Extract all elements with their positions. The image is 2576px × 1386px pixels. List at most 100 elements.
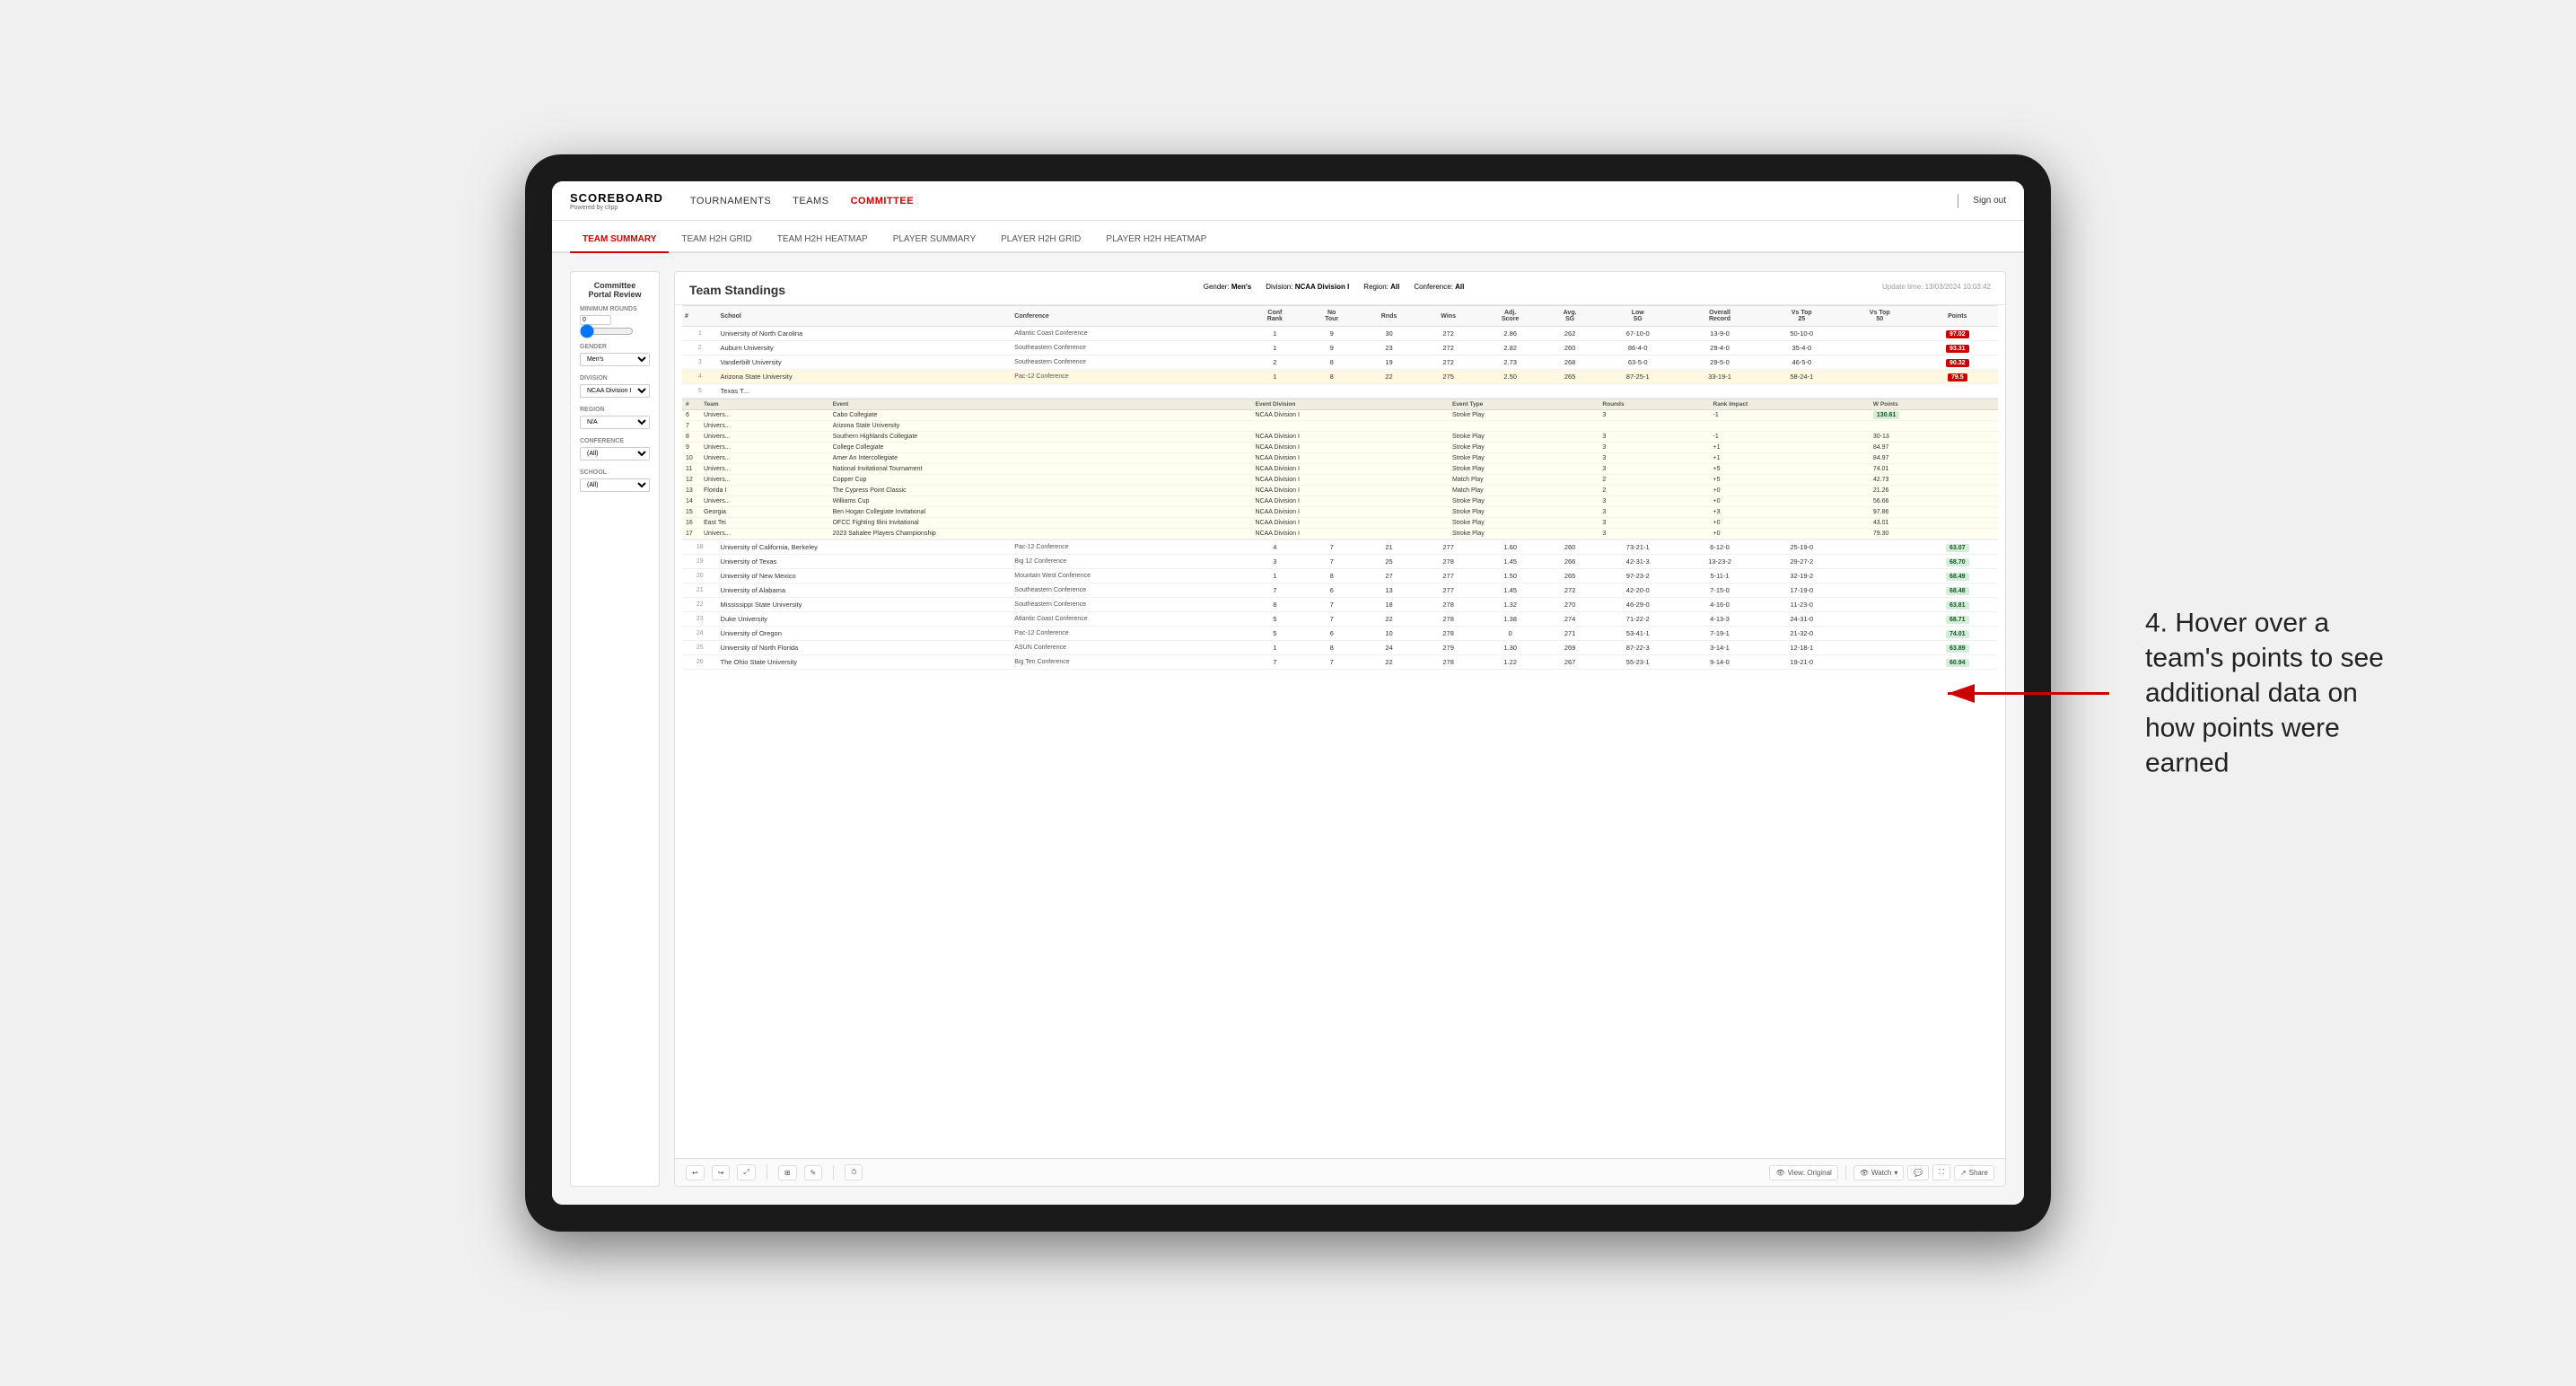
filter-region: Region N/A East West <box>580 407 650 429</box>
inner-table-row[interactable]: 12Univers...Copper CupNCAA Division IMat… <box>682 475 1998 486</box>
inner-table-row[interactable]: 10Univers...Amer An IntercollegiateNCAA … <box>682 453 1998 464</box>
min-rounds-slider[interactable] <box>580 328 634 335</box>
table-row[interactable]: 2 Auburn University Southeastern Confere… <box>682 341 1998 355</box>
table-row[interactable]: 22 Mississippi State University Southeas… <box>682 598 1998 612</box>
main-nav: TOURNAMENTS TEAMS COMMITTEE <box>690 192 1950 210</box>
left-panel: Committee Portal Review Minimum Rounds G… <box>570 271 660 1187</box>
filter-school: School (All) <box>580 469 650 492</box>
standings-table-container[interactable]: # School Conference ConfRank NoTour Rnds… <box>675 305 2005 1158</box>
nav-tournaments[interactable]: TOURNAMENTS <box>690 192 771 210</box>
col-vs25: Vs Top25 <box>1761 306 1843 327</box>
table-row[interactable]: 23 Duke University Atlantic Coast Confer… <box>682 612 1998 627</box>
share-button[interactable]: ↗ Share <box>1954 1165 1994 1180</box>
eye-icon: 👁 <box>1775 1169 1784 1177</box>
logo: SCOREBOARD Powered by clipp <box>570 191 663 211</box>
report-title: Team Standings <box>689 283 785 297</box>
table-row[interactable]: 3 Vanderbilt University Southeastern Con… <box>682 355 1998 370</box>
right-panel: Team Standings Gender: Men's Division: N… <box>674 271 2006 1187</box>
conference-label: Conference: All <box>1414 283 1464 291</box>
table-row[interactable]: 18 University of California, Berkeley Pa… <box>682 540 1998 555</box>
sign-out-button[interactable]: Sign out <box>1973 196 2006 206</box>
sub-nav: TEAM SUMMARY TEAM H2H GRID TEAM H2H HEAT… <box>552 221 2024 253</box>
conference-select[interactable]: (All) ACC SEC <box>580 447 650 461</box>
inner-table-row[interactable]: 7Univers...Arizona State University <box>682 421 1998 432</box>
inner-table-row[interactable]: 16East TeiOFCC Fighting Illini Invitatio… <box>682 518 1998 529</box>
tablet-frame: SCOREBOARD Powered by clipp TOURNAMENTS … <box>525 154 2051 1232</box>
watch-button[interactable]: 👁 Watch ▾ <box>1853 1165 1905 1180</box>
division-label: Division: NCAA Division I <box>1266 283 1349 291</box>
table-header-row: # School Conference ConfRank NoTour Rnds… <box>682 306 1998 327</box>
toolbar-fullscreen-button[interactable]: ⛶ <box>1932 1164 1950 1180</box>
inner-table-row[interactable]: 15GeorgiaBen Hogan Collegiate Invitation… <box>682 507 1998 518</box>
share-icon: ↗ <box>1960 1169 1967 1177</box>
committee-portal-title: Committee <box>580 281 650 290</box>
gender-select[interactable]: Men's Women's <box>580 353 650 366</box>
col-vs50: Vs Top50 <box>1843 306 1917 327</box>
col-rnds: Rnds <box>1359 306 1419 327</box>
nav-teams[interactable]: TEAMS <box>793 192 828 210</box>
region-label: Region: All <box>1363 283 1399 291</box>
table-row[interactable]: 5 Texas T... <box>682 384 1998 399</box>
update-time: Update time: 13/03/2024 10:03:42 <box>1882 283 1991 291</box>
annotation-container: 4. Hover over a team's points to see add… <box>1939 606 2396 781</box>
tab-player-summary[interactable]: PLAYER SUMMARY <box>881 227 988 253</box>
tab-team-summary[interactable]: TEAM SUMMARY <box>570 227 669 253</box>
gender-label: Gender: Men's <box>1204 283 1252 291</box>
toolbar-view: 👁 View: Original 👁 Watch ▾ 💬 ⛶ ↗ <box>1769 1164 1994 1180</box>
app-title: SCOREBOARD <box>570 191 663 205</box>
tab-player-h2h-heatmap[interactable]: PLAYER H2H HEATMAP <box>1093 227 1219 253</box>
table-row[interactable]: 19 University of Texas Big 12 Conference… <box>682 555 1998 569</box>
tab-player-h2h-grid[interactable]: PLAYER H2H GRID <box>988 227 1093 253</box>
toolbar-btn-4[interactable]: ⏱ <box>845 1164 863 1180</box>
table-row-highlighted[interactable]: 4 Arizona State University Pac-12 Confer… <box>682 370 1998 384</box>
col-wins: Wins <box>1419 306 1477 327</box>
standings-table: # School Conference ConfRank NoTour Rnds… <box>682 305 1998 670</box>
table-row[interactable]: 25 University of North Florida ASUN Conf… <box>682 641 1998 655</box>
col-adj-score: Adj.Score <box>1477 306 1543 327</box>
col-overall: OverallRecord <box>1678 306 1760 327</box>
table-row[interactable]: 20 University of New Mexico Mountain Wes… <box>682 569 1998 583</box>
bottom-toolbar: ↩ ↪ ⤢ ⊞ ✎ ⏱ 👁 View: Original <box>675 1158 2005 1186</box>
tooltip-inner-table: # Team Event Event Division Event Type R… <box>682 399 1998 539</box>
inner-table-row[interactable]: 6Univers...Cabo CollegiateNCAA Division … <box>682 410 1998 421</box>
tab-team-h2h-grid[interactable]: TEAM H2H GRID <box>669 227 764 253</box>
table-row[interactable]: 1 University of North Carolina Atlantic … <box>682 327 1998 341</box>
col-conference: Conference <box>1012 306 1245 327</box>
watch-icon: 👁 <box>1860 1169 1869 1177</box>
undo-button[interactable]: ↩ <box>686 1165 705 1180</box>
view-original-button[interactable]: 👁 View: Original <box>1769 1165 1837 1180</box>
inner-table-row[interactable]: 8Univers...Southern Highlands Collegiate… <box>682 432 1998 443</box>
region-select[interactable]: N/A East West <box>580 416 650 429</box>
inner-table-row[interactable]: 13Florida IThe Cypress Point ClassicNCAA… <box>682 486 1998 496</box>
table-row[interactable]: 24 University of Oregon Pac-12 Conferenc… <box>682 627 1998 641</box>
toolbar-divider-2 <box>833 1165 834 1180</box>
filter-division: Division NCAA Division I NCAA Division I… <box>580 375 650 398</box>
tab-team-h2h-heatmap[interactable]: TEAM H2H HEATMAP <box>765 227 881 253</box>
nav-committee[interactable]: COMMITTEE <box>851 192 915 210</box>
inner-table-row[interactable]: 14Univers...Williams CupNCAA Division IS… <box>682 496 1998 507</box>
toolbar-divider-3 <box>1845 1165 1846 1180</box>
filter-min-rounds: Minimum Rounds <box>580 306 650 335</box>
redo-button[interactable]: ↪ <box>712 1165 731 1180</box>
app-subtitle: Powered by clipp <box>570 205 663 211</box>
toolbar-btn-1[interactable]: ⤢ <box>737 1164 755 1180</box>
arrow-graphic <box>1939 675 2118 711</box>
inner-table-row[interactable]: 17Univers...2023 Sahalee Players Champio… <box>682 529 1998 539</box>
col-avg-score: Avg.SG <box>1543 306 1597 327</box>
inner-table-row[interactable]: 9Univers...College CollegiateNCAA Divisi… <box>682 443 1998 453</box>
toolbar-btn-3[interactable]: ✎ <box>804 1165 823 1180</box>
school-select[interactable]: (All) <box>580 478 650 492</box>
col-no-tour: NoTour <box>1305 306 1359 327</box>
col-conf-rank: ConfRank <box>1245 306 1304 327</box>
filter-gender: Gender Men's Women's <box>580 344 650 366</box>
division-select[interactable]: NCAA Division I NCAA Division II NAIA <box>580 384 650 398</box>
inner-table-row[interactable]: 11Univers...National Invitational Tourna… <box>682 464 1998 475</box>
report-header: Team Standings Gender: Men's Division: N… <box>675 272 2005 305</box>
col-low-sg: LowSG <box>1597 306 1678 327</box>
expanded-tooltip-row: # Team Event Event Division Event Type R… <box>682 399 1998 540</box>
table-row[interactable]: 21 University of Alabama Southeastern Co… <box>682 583 1998 598</box>
toolbar-comment-button[interactable]: 💬 <box>1907 1165 1929 1180</box>
table-row[interactable]: 26 The Ohio State University Big Ten Con… <box>682 655 1998 670</box>
annotation-text: 4. Hover over a team's points to see add… <box>2145 606 2396 781</box>
toolbar-btn-2[interactable]: ⊞ <box>778 1165 797 1180</box>
